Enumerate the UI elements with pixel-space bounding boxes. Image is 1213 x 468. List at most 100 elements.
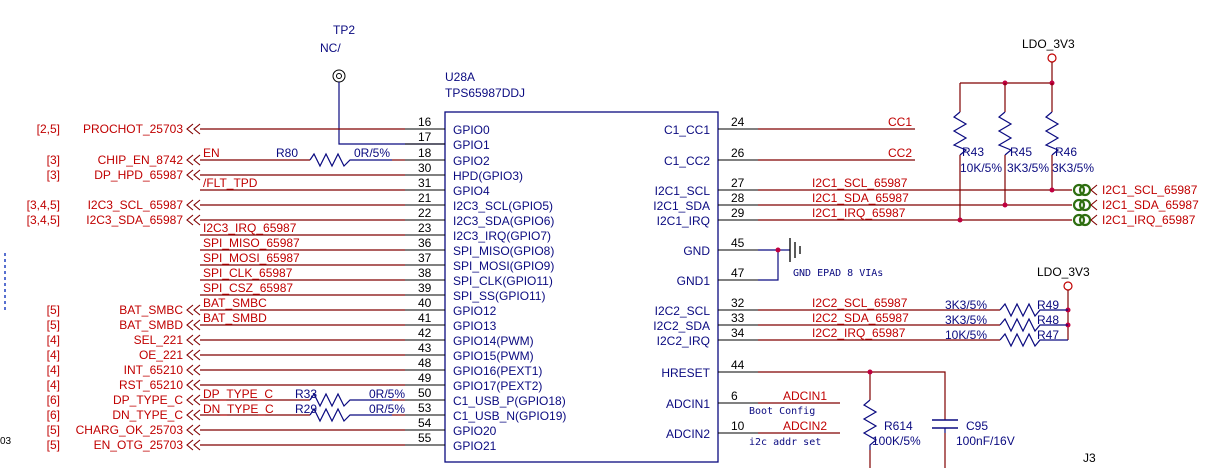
- chip-designator: U28A: [445, 70, 475, 84]
- port-net-name: OE_221: [139, 348, 183, 362]
- right-pin-number: 32: [731, 296, 745, 310]
- port-sheet-ref: [3,4,5]: [27, 213, 60, 227]
- port-chevron-icon: [193, 319, 201, 331]
- left-pin-name: GPIO13: [453, 319, 497, 333]
- port-chevron-icon: [186, 154, 194, 166]
- net-cc1: CC1: [888, 115, 912, 129]
- port-chevron-icon: [186, 364, 194, 376]
- right-pin-number: 45: [731, 236, 745, 250]
- i2c-addr-note: i2c addr set: [749, 437, 821, 448]
- port-chevron-icon: [186, 379, 194, 391]
- port-net-name: INT_65210: [124, 363, 184, 377]
- left-pin-number: 54: [418, 416, 432, 430]
- right-pin-number: 34: [731, 326, 745, 340]
- net-i2c1-irq: I2C1_IRQ_65987: [812, 206, 906, 220]
- junction-gnd: [775, 247, 781, 253]
- r33-ref: R33: [295, 387, 317, 401]
- connector-fragment: J3: [1083, 451, 1096, 465]
- r29-value: 0R/5%: [369, 402, 405, 416]
- right-pin-number: 27: [731, 176, 745, 190]
- junction-r43: [957, 217, 963, 223]
- r33-value: 0R/5%: [369, 387, 405, 401]
- net-i2c3-irq: I2C3_IRQ_65987: [203, 221, 297, 235]
- junction-hreset: [867, 369, 873, 375]
- left-pin-number: 55: [418, 431, 432, 445]
- left-pin-number: 18: [418, 146, 432, 160]
- left-pin-name: GPIO20: [453, 424, 497, 438]
- right-pin-name: I2C1_IRQ: [657, 214, 710, 228]
- left-edge-fragment: 03: [0, 436, 12, 447]
- port-sheet-ref: [4]: [47, 363, 60, 377]
- port-chevron-icon: [186, 439, 194, 451]
- left-pin-number: 22: [418, 206, 432, 220]
- port-net-name: SEL_221: [134, 333, 184, 347]
- chip-part-number: TPS65987DDJ: [445, 86, 525, 100]
- port-net-name: CHIP_EN_8742: [98, 153, 184, 167]
- r49-ref: R49: [1037, 298, 1059, 312]
- port-chevron-icon: [186, 169, 194, 181]
- port-chevron-icon: [193, 169, 201, 181]
- port-net-name: I2C3_SDA_65987: [86, 213, 183, 227]
- right-pin-number: 33: [731, 311, 745, 325]
- right-pin-number: 26: [731, 146, 745, 160]
- right-port-group: I2C1_SCL_65987I2C1_SDA_65987I2C1_IRQ_659…: [1072, 183, 1199, 227]
- left-pin-name: SPI_MISO(GPIO8): [453, 244, 554, 258]
- right-port-name: I2C1_SDA_65987: [1102, 198, 1199, 212]
- port-chevron-icon: [186, 304, 194, 316]
- port-net-name: DP_HPD_65987: [94, 168, 183, 182]
- c95-value: 100nF/16V: [956, 434, 1015, 448]
- left-pin-number: 41: [418, 311, 432, 325]
- port-chevron-icon: [193, 394, 201, 406]
- left-pin-name: SPI_CLK(GPIO11): [453, 274, 553, 288]
- port-sheet-ref: [3]: [47, 153, 60, 167]
- port-chevron-icon: [193, 379, 201, 391]
- port-chevron-icon: [186, 334, 194, 346]
- right-pin-number: 10: [731, 419, 745, 433]
- port-chevron-icon: [186, 349, 194, 361]
- c95-ref: C95: [966, 419, 988, 433]
- right-pin-number: 29: [731, 206, 745, 220]
- port-net-name: DN_TYPE_C: [112, 408, 183, 422]
- right-pin-name: ADCIN2: [666, 427, 710, 441]
- port-sheet-ref: [6]: [47, 393, 60, 407]
- net-cc2: CC2: [888, 146, 912, 160]
- port-sheet-ref: [2,5]: [37, 122, 60, 136]
- left-pin-number: 53: [418, 401, 432, 415]
- left-pin-name: GPIO2: [453, 154, 490, 168]
- boot-config-note: Boot Config: [749, 406, 815, 417]
- right-pin-name: C1_CC2: [664, 154, 710, 168]
- port-net-name: EN_OTG_25703: [94, 438, 184, 452]
- r80-ref: R80: [276, 146, 298, 160]
- left-pin-number: 16: [418, 115, 432, 129]
- port-chevron-icon: [1090, 199, 1098, 211]
- right-pin-number: 24: [731, 115, 745, 129]
- port-chevron-icon: [193, 349, 201, 361]
- port-sheet-ref: [4]: [47, 378, 60, 392]
- ldo-top-power-icon: [1047, 53, 1057, 63]
- port-sheet-ref: [5]: [47, 423, 60, 437]
- port-net-name: PROCHOT_25703: [83, 122, 183, 136]
- left-pin-number: 30: [418, 161, 432, 175]
- r47-value: 10K/5%: [945, 328, 987, 342]
- net-spi-mosi: SPI_MOSI_65987: [203, 251, 300, 265]
- port-net-name: DP_TYPE_C: [113, 393, 183, 407]
- port-net-name: BAT_SMBD: [119, 318, 183, 332]
- left-pin-number: 49: [418, 371, 432, 385]
- port-sheet-ref: [3]: [47, 168, 60, 182]
- net-i2c1-scl: I2C1_SCL_65987: [812, 176, 908, 190]
- left-pin-number: 17: [418, 130, 432, 144]
- net-dp-type-c: DP_TYPE_C: [203, 387, 273, 401]
- net-flt: /FLT_TPD: [203, 176, 258, 190]
- port-chevron-icon: [193, 439, 201, 451]
- port-chevron-icon: [193, 304, 201, 316]
- net-spi-clk: SPI_CLK_65987: [203, 266, 293, 280]
- port-chevron-icon: [186, 394, 194, 406]
- r46-ref: R46: [1055, 145, 1077, 159]
- net-dn-type-c: DN_TYPE_C: [203, 402, 274, 416]
- left-pin-number: 43: [418, 341, 432, 355]
- net-spi-csz: SPI_CSZ_65987: [203, 281, 293, 295]
- port-chevron-icon: [193, 154, 201, 166]
- left-pin-name: GPIO17(PEXT2): [453, 379, 542, 393]
- right-pin-name: C1_CC1: [664, 123, 710, 137]
- left-pin-number: 42: [418, 326, 432, 340]
